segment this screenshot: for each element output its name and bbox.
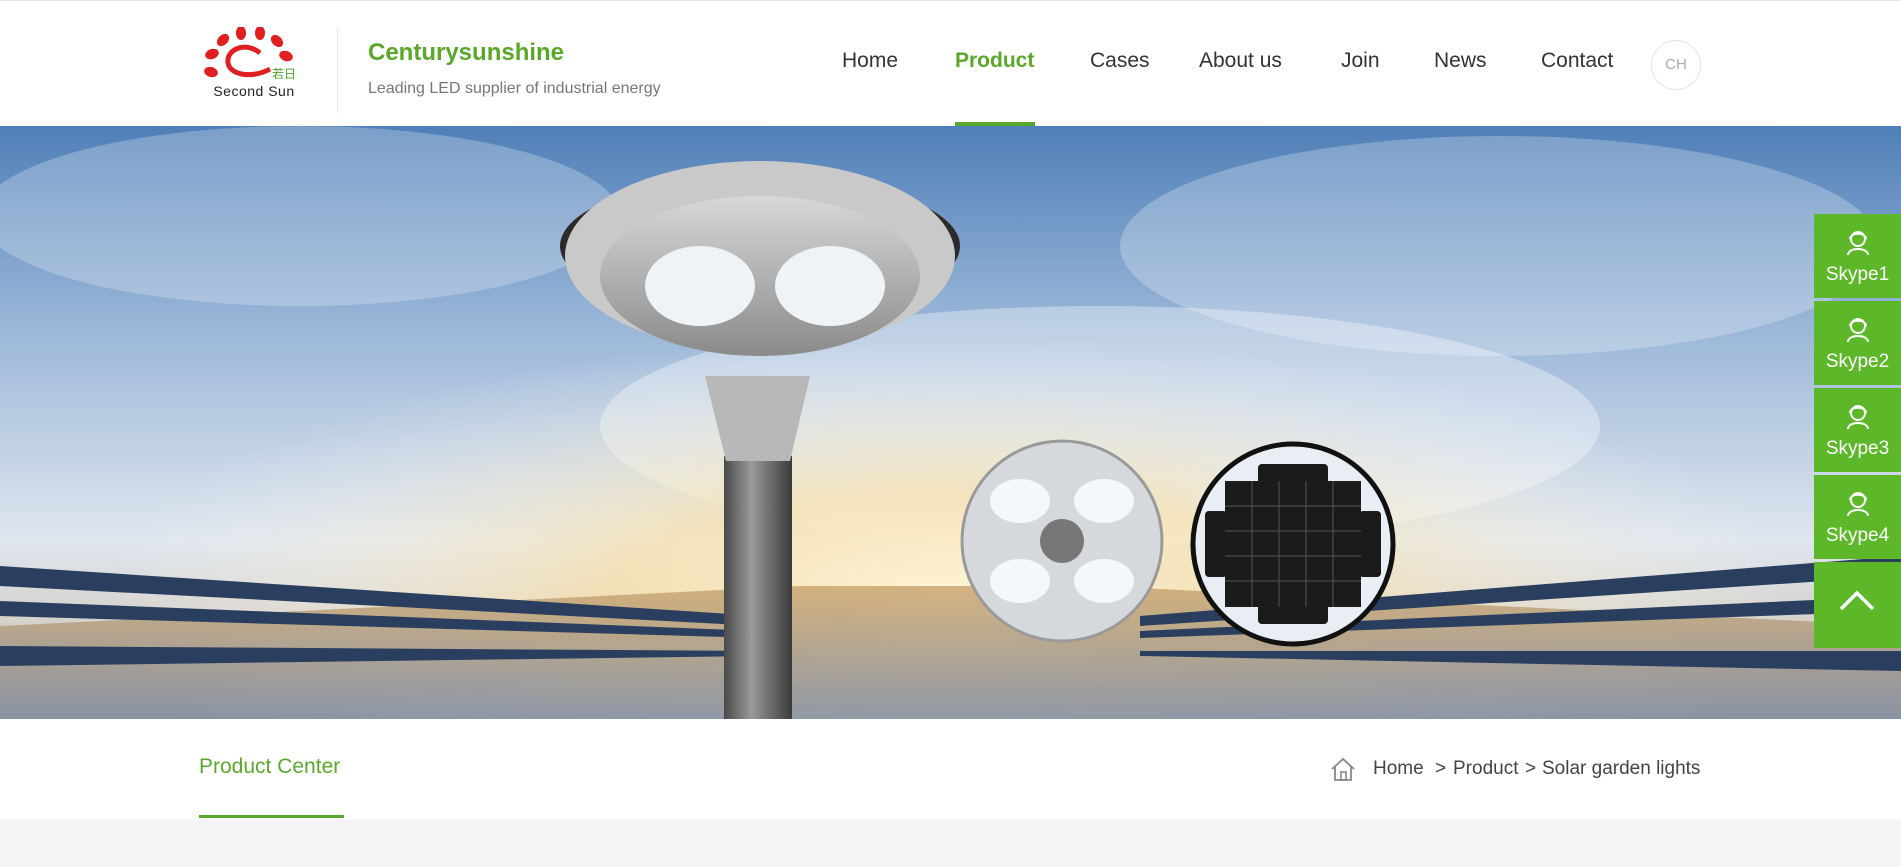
skype3-label: Skype3: [1825, 438, 1890, 459]
skype2-button[interactable]: Skype2: [1814, 301, 1901, 385]
section-title: Product Center: [199, 755, 341, 778]
nav-about-us[interactable]: About us: [1199, 49, 1282, 73]
site-header: 若日 Second Sun Centurysunshine Leading LE…: [0, 0, 1901, 126]
back-to-top-button[interactable]: [1814, 562, 1901, 648]
skype4-label: Skype4: [1825, 525, 1890, 546]
page: 若日 Second Sun Centurysunshine Leading LE…: [0, 0, 1901, 867]
nav-product[interactable]: Product: [955, 49, 1034, 73]
chevron-up-icon: [1839, 590, 1875, 611]
section-title-underline: [199, 815, 344, 818]
brand-name: Centurysunshine: [368, 39, 565, 66]
skype4-button[interactable]: Skype4: [1814, 475, 1901, 559]
home-icon: [1331, 757, 1355, 781]
breadcrumb-home[interactable]: Home: [1373, 758, 1424, 780]
breadcrumb-current: Solar garden lights: [1542, 758, 1701, 779]
skype1-button[interactable]: Skype1: [1814, 214, 1901, 298]
user-support-icon: [1847, 405, 1869, 430]
solar-lamp-banner-image: [0, 126, 1901, 719]
nav-join[interactable]: Join: [1341, 49, 1380, 73]
skype1-label: Skype1: [1825, 264, 1890, 285]
skype3-button[interactable]: Skype3: [1814, 388, 1901, 472]
user-support-icon: [1847, 318, 1869, 343]
logo-caption: Second Sun: [213, 83, 295, 99]
skype2-label: Skype2: [1825, 351, 1890, 372]
breadcrumb-separator: >: [1525, 758, 1537, 779]
brand-tagline: Leading LED supplier of industrial energ…: [368, 80, 661, 97]
side-contact-bar: Skype1 Skype2 Skype3 Skype4: [1814, 214, 1901, 648]
nav-news[interactable]: News: [1434, 49, 1487, 73]
section-bar: Product Center Home > Product > Solar ga…: [0, 719, 1901, 819]
nav-contact[interactable]: Contact: [1541, 49, 1613, 73]
user-support-icon: [1847, 492, 1869, 517]
breadcrumb-product[interactable]: Product: [1453, 758, 1518, 780]
header-divider: [337, 27, 338, 113]
language-switch-button[interactable]: CH: [1651, 40, 1701, 90]
content-area: [0, 819, 1901, 867]
breadcrumb-separator: >: [1435, 758, 1447, 779]
user-support-icon: [1847, 231, 1869, 256]
nav-cases[interactable]: Cases: [1090, 49, 1150, 73]
logo[interactable]: 若日 Second Sun: [198, 26, 310, 103]
logo-cn-text: 若日: [272, 67, 297, 81]
hero-banner: [0, 126, 1901, 719]
nav-home[interactable]: Home: [842, 49, 898, 73]
